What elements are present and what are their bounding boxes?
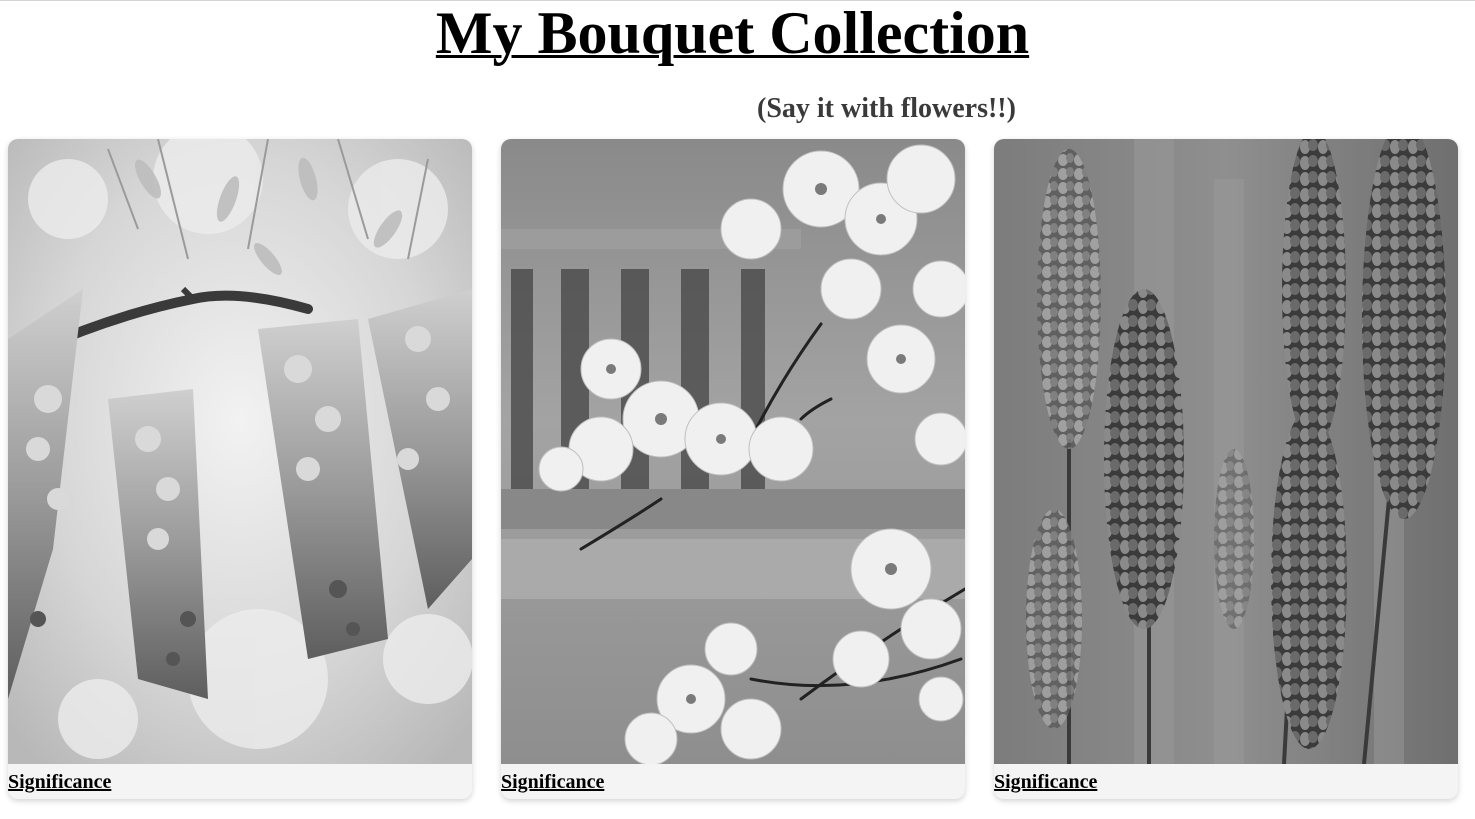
lavender-photo (994, 139, 1458, 764)
significance-link[interactable]: Significance (501, 770, 604, 794)
significance-link[interactable]: Significance (994, 770, 1097, 794)
page-title: My Bouquet Collection (435, 0, 1030, 66)
page: My Bouquet Collection (Say it with flowe… (0, 0, 1475, 819)
wisteria-photo (8, 139, 472, 764)
flower-card-cherry-blossom: Significance (501, 139, 965, 799)
cherry-blossom-photo (501, 139, 965, 764)
flower-card-wisteria: Significance (8, 139, 472, 799)
page-subtitle: (Say it with flowers!!) (757, 93, 1016, 124)
flower-card-lavender: Significance (994, 139, 1458, 799)
significance-link[interactable]: Significance (8, 770, 111, 794)
